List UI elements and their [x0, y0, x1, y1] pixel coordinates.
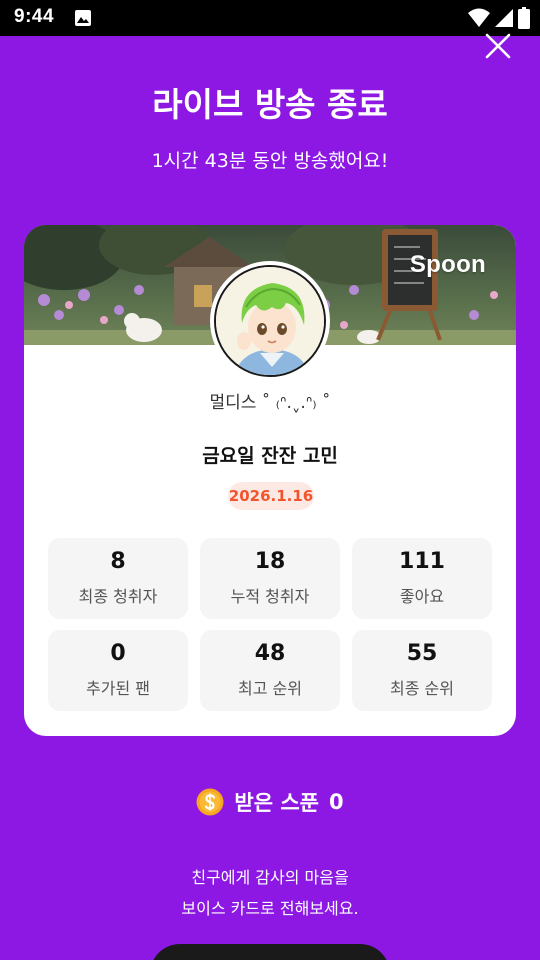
avatar-image — [216, 267, 324, 375]
spoons-count: 0 — [328, 790, 344, 814]
avatar[interactable] — [210, 261, 330, 381]
status-icons — [468, 7, 530, 29]
voice-card-message: 친구에게 감사의 마음을 보이스 카드로 전해보세요. — [0, 862, 540, 924]
stat-new-fans: 0 추가된 팬 — [48, 630, 188, 711]
stat-final-listeners: 8 최종 청취자 — [48, 538, 188, 619]
stat-total-listeners: 18 누적 청취자 — [200, 538, 340, 619]
message-line: 친구에게 감사의 마음을 — [191, 868, 349, 887]
stat-final-rank: 55 최종 순위 — [352, 630, 492, 711]
stat-label: 누적 청취자 — [230, 587, 310, 606]
stat-value: 0 — [110, 641, 126, 666]
stat-value: 48 — [254, 641, 286, 666]
gallery-icon — [75, 10, 91, 26]
stat-label: 추가된 팬 — [86, 679, 150, 698]
broadcast-title: 금요일 잔잔 고민 — [202, 445, 338, 467]
close-icon — [485, 33, 511, 59]
received-spoons: 받은 스푼 0 — [0, 786, 540, 818]
status-time: 9:44 — [14, 6, 55, 27]
stat-label: 최고 순위 — [238, 679, 302, 698]
stat-likes: 111 좋아요 — [352, 538, 492, 619]
status-bar: 9:44 — [0, 0, 540, 36]
stat-value: 18 — [254, 549, 286, 574]
page-title: 라이브 방송 종료 — [152, 85, 388, 124]
stat-label: 최종 순위 — [390, 679, 454, 698]
spoons-label: 받은 스푼 — [234, 791, 319, 815]
signal-icon — [495, 9, 513, 27]
spoon-coin-icon — [196, 788, 224, 816]
spoon-logo: Spoon — [409, 251, 486, 278]
broadcast-summary-card: Spoon 멀디스 ˚ ₍ᐢ.ˬ.ᐢ₎ ˚ 금요일 잔잔 고민 2026.1.1… — [24, 225, 516, 736]
battery-icon — [518, 7, 530, 29]
wifi-icon — [468, 8, 490, 27]
stat-value: 111 — [399, 549, 445, 574]
stat-label: 좋아요 — [399, 587, 445, 606]
stat-value: 8 — [110, 549, 126, 574]
broadcast-duration: 1시간 43분 동안 방송했어요! — [151, 150, 389, 172]
close-button[interactable] — [480, 30, 516, 64]
stat-label: 최종 청취자 — [78, 587, 158, 606]
voice-card-button[interactable] — [150, 944, 390, 960]
stat-best-rank: 48 최고 순위 — [200, 630, 340, 711]
date-badge: 2026.1.16 — [228, 482, 314, 510]
message-line: 보이스 카드로 전해보세요. — [181, 899, 359, 918]
stat-value: 55 — [406, 641, 438, 666]
dj-nickname: 멀디스 ˚ ₍ᐢ.ˬ.ᐢ₎ ˚ — [209, 393, 331, 413]
